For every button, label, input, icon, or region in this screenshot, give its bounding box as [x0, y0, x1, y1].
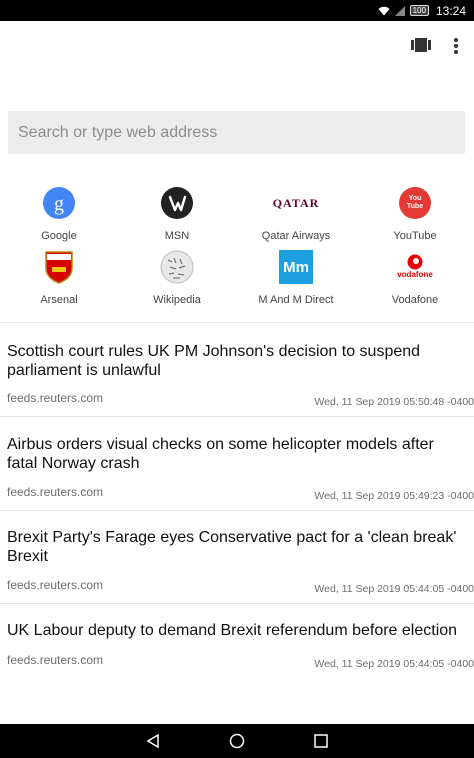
back-button[interactable] — [141, 729, 165, 753]
home-icon — [229, 733, 245, 749]
battery-icon: 100 — [409, 5, 429, 16]
tile-label: YouTube — [393, 230, 437, 242]
tile-label: Google — [41, 230, 77, 242]
overflow-menu-button[interactable] — [446, 35, 466, 57]
news-article[interactable]: Airbus orders visual checks on some heli… — [0, 416, 474, 510]
tile-youtube[interactable]: You Tube YouTube — [356, 186, 474, 250]
tile-arsenal[interactable]: Arsenal — [0, 250, 118, 314]
vodafone-icon: vodafone — [397, 250, 433, 284]
news-article[interactable]: Scottish court rules UK PM Johnson's dec… — [0, 323, 474, 416]
article-source: feeds.reuters.com — [7, 391, 104, 405]
browser-toolbar — [0, 21, 474, 71]
article-headline[interactable]: Scottish court rules UK PM Johnson's dec… — [7, 342, 467, 380]
msn-icon — [160, 186, 194, 220]
article-source: feeds.reuters.com — [7, 578, 104, 592]
tile-msn[interactable]: MSN — [118, 186, 236, 250]
article-date: Wed, 11 Sep 2019 05:44:05 -0400 — [314, 658, 474, 670]
tile-google[interactable]: g Google — [0, 186, 118, 250]
news-article[interactable]: UK Labour deputy to demand Brexit refere… — [0, 603, 474, 683]
tile-label: Wikipedia — [153, 294, 201, 306]
tile-label: Qatar Airways — [261, 230, 331, 242]
tile-vodafone[interactable]: vodafone Vodafone — [356, 250, 474, 314]
wifi-icon — [378, 6, 390, 16]
tile-label: Arsenal — [40, 294, 78, 306]
search-bar[interactable] — [8, 111, 465, 154]
article-headline[interactable]: UK Labour deputy to demand Brexit refere… — [7, 621, 467, 640]
news-article[interactable]: Brexit Party's Farage eyes Conservative … — [0, 510, 474, 603]
google-icon: g — [42, 186, 76, 220]
recents-button[interactable] — [309, 729, 333, 753]
article-date: Wed, 11 Sep 2019 05:50:48 -0400 — [314, 396, 474, 408]
status-time: 13:24 — [435, 3, 466, 18]
search-input[interactable] — [18, 123, 465, 142]
article-source: feeds.reuters.com — [7, 485, 104, 499]
signal-icon — [394, 5, 405, 16]
article-headline[interactable]: Airbus orders visual checks on some heli… — [7, 435, 467, 473]
tile-label: M And M Direct — [258, 294, 334, 306]
tabs-icon — [411, 38, 431, 52]
system-navigation-bar — [0, 724, 474, 758]
article-source: feeds.reuters.com — [7, 653, 104, 667]
tile-label: Vodafone — [391, 294, 439, 306]
status-bar: 100 13:24 — [0, 0, 474, 21]
article-date: Wed, 11 Sep 2019 05:44:05 -0400 — [314, 583, 474, 595]
more-vert-icon — [454, 38, 458, 54]
home-button[interactable] — [225, 729, 249, 753]
tile-qatar-airways[interactable]: QATAR Qatar Airways — [237, 186, 355, 250]
article-headline[interactable]: Brexit Party's Farage eyes Conservative … — [7, 528, 467, 566]
tile-wikipedia[interactable]: Wikipedia — [118, 250, 236, 314]
tile-label: MSN — [164, 230, 190, 242]
recents-icon — [314, 734, 328, 748]
article-date: Wed, 11 Sep 2019 05:49:23 -0400 — [314, 490, 474, 502]
arsenal-icon — [42, 250, 76, 284]
svg-text:g: g — [54, 193, 64, 215]
tile-m-and-m-direct[interactable]: Mm M And M Direct — [237, 250, 355, 314]
m-and-m-direct-icon: Mm — [279, 250, 313, 284]
tabs-button[interactable] — [410, 35, 432, 55]
back-icon — [146, 733, 159, 749]
wikipedia-icon — [160, 250, 194, 284]
qatar-airways-icon: QATAR — [272, 195, 320, 210]
youtube-icon: You Tube — [398, 186, 432, 220]
